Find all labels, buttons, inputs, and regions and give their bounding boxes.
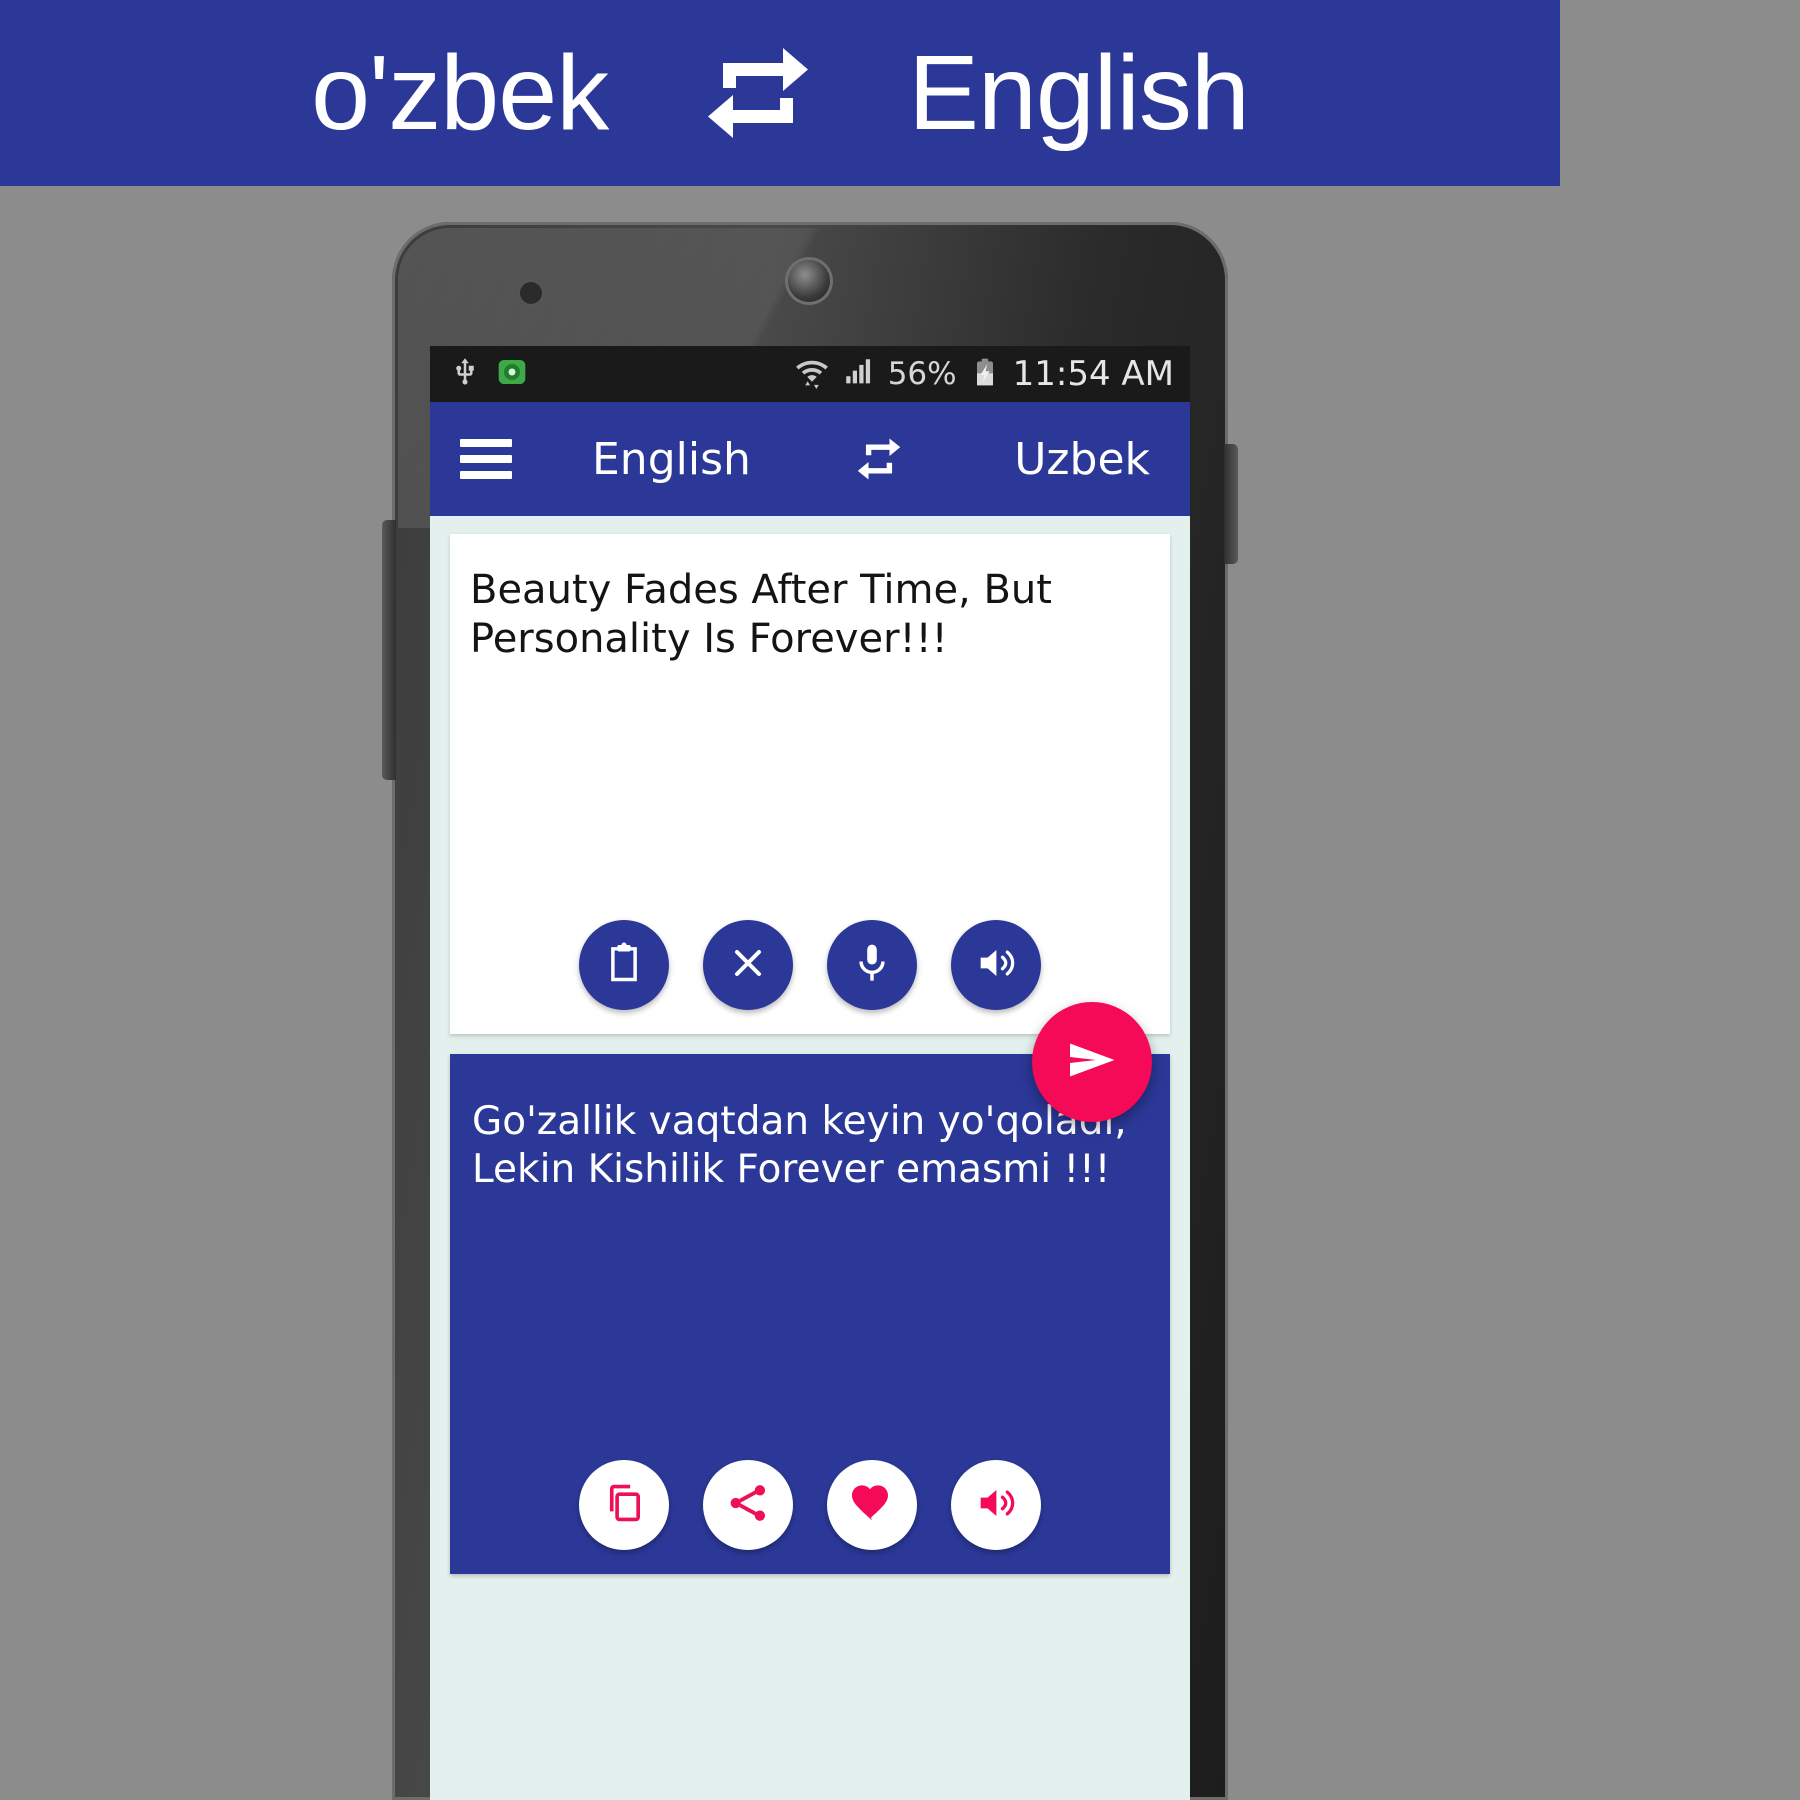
app-toolbar: English Uzbek	[430, 402, 1190, 516]
heart-icon	[848, 1479, 896, 1532]
hamburger-bar	[460, 455, 512, 463]
battery-charging-icon	[969, 356, 1001, 393]
speak-source-button[interactable]	[951, 920, 1041, 1010]
clipboard-icon	[601, 940, 647, 991]
close-x-icon	[726, 941, 770, 990]
send-paper-plane-icon	[1062, 1030, 1122, 1095]
translator-content: Beauty Fades After Time, But Personality…	[430, 516, 1190, 1800]
wifi-transfer-icon	[794, 354, 830, 395]
share-icon	[725, 1480, 771, 1531]
favorite-button[interactable]	[827, 1460, 917, 1550]
paste-button[interactable]	[579, 920, 669, 1010]
phone-device: 56% 11:54 AM English Uzbek Beauty Fades …	[382, 222, 1238, 1800]
source-text-card: Beauty Fades After Time, But Personality…	[450, 534, 1170, 1034]
share-button[interactable]	[703, 1460, 793, 1550]
phone-power-button	[1224, 444, 1238, 564]
source-action-row	[450, 920, 1170, 1010]
hamburger-bar	[460, 471, 512, 479]
speak-result-button[interactable]	[951, 1460, 1041, 1550]
swap-languages-button[interactable]	[851, 431, 907, 487]
translate-send-button[interactable]	[1032, 1002, 1152, 1122]
battery-percent-label: 56%	[887, 356, 957, 392]
source-language-selector[interactable]: English	[592, 434, 751, 485]
app-notification-icon	[496, 356, 528, 393]
microphone-icon	[849, 940, 895, 991]
swap-repeat-icon	[698, 33, 818, 153]
cellular-signal-icon	[842, 355, 876, 394]
copy-button[interactable]	[579, 1460, 669, 1550]
earpiece-speaker	[788, 260, 830, 302]
promo-source-language: o'zbek	[311, 34, 609, 152]
result-action-row	[450, 1460, 1170, 1550]
target-language-selector[interactable]: Uzbek	[1014, 434, 1150, 485]
phone-volume-button	[382, 520, 396, 780]
status-bar-clock: 11:54 AM	[1012, 354, 1174, 394]
promo-banner: o'zbek English	[0, 0, 1560, 186]
android-status-bar: 56% 11:54 AM	[430, 346, 1190, 402]
clear-button[interactable]	[703, 920, 793, 1010]
hamburger-bar	[460, 439, 512, 447]
speaker-volume-icon	[973, 1480, 1019, 1531]
translated-text-card: Go'zallik vaqtdan keyin yo'qoladi, Lekin…	[450, 1054, 1170, 1574]
hamburger-menu-icon[interactable]	[460, 439, 512, 479]
voice-input-button[interactable]	[827, 920, 917, 1010]
speaker-volume-icon	[973, 940, 1019, 991]
promo-target-language: English	[908, 34, 1250, 152]
source-text-input[interactable]: Beauty Fades After Time, But Personality…	[450, 534, 1170, 664]
front-camera-icon	[520, 282, 542, 304]
usb-icon	[450, 357, 480, 392]
copy-icon	[601, 1480, 647, 1531]
phone-screen: 56% 11:54 AM English Uzbek Beauty Fades …	[430, 346, 1190, 1800]
